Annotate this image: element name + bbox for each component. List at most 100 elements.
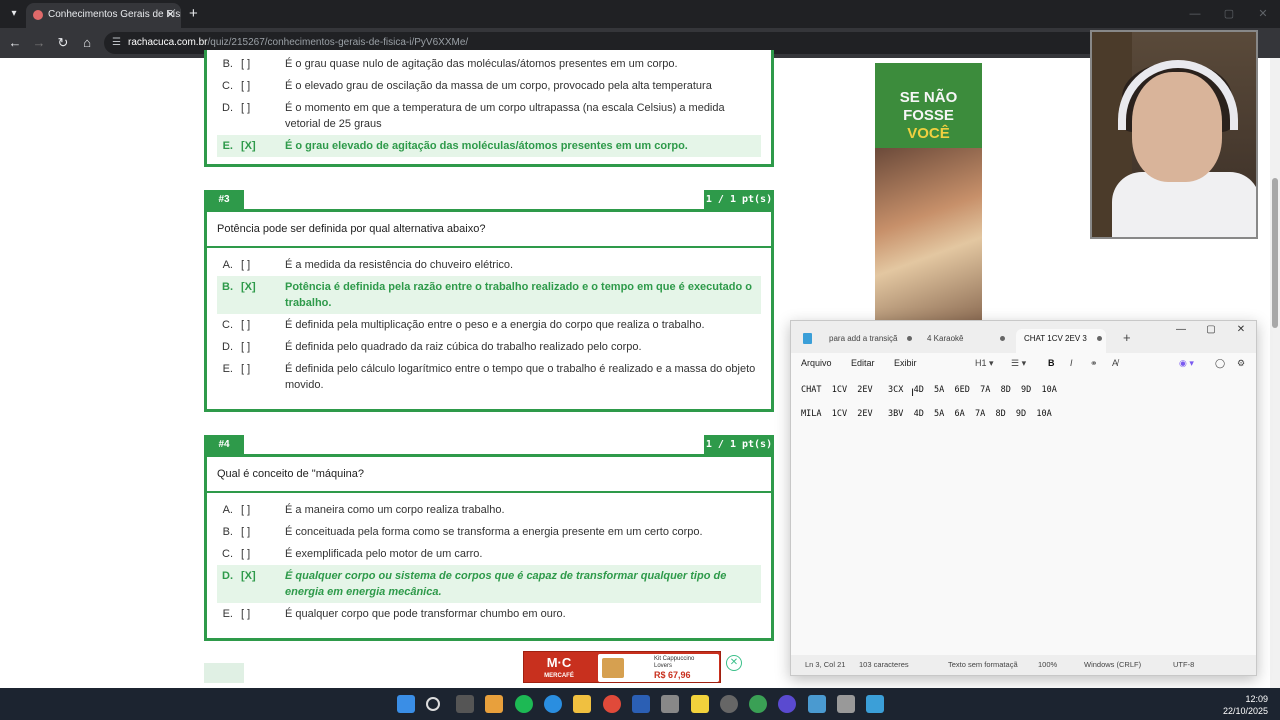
copilot-icon[interactable]: ◉ ▾ <box>1179 358 1194 369</box>
new-tab-icon[interactable]: + <box>1123 330 1131 345</box>
gear-icon[interactable]: ⚙ <box>1237 358 1245 369</box>
heading-select[interactable]: H1 ▾ <box>975 358 994 369</box>
widgets-icon[interactable] <box>485 695 503 713</box>
answer-option: B. [ ] É conceituada pela forma como se tr… <box>217 521 761 543</box>
maximize-icon[interactable]: ▢ <box>1212 0 1246 28</box>
option-text: É definida pelo cálculo logarítmico entr… <box>285 363 756 391</box>
question-2-box: B. [ ] É o grau quase nulo de agitação das… <box>204 50 774 167</box>
edge-icon[interactable] <box>544 695 562 713</box>
option-letter: B. <box>222 281 233 293</box>
home-icon[interactable]: ⌂ <box>78 34 96 52</box>
option-letter: C. <box>222 319 233 331</box>
movie-ad-banner[interactable]: SE NÃO FOSSE VOCÊ <box>875 63 982 323</box>
notepad-editor[interactable]: CHAT 1CV 2EV 3CX 4D 5A 6ED 7A 8D 9D 10A … <box>791 377 1256 655</box>
clock-time: 12:09 <box>1245 694 1268 704</box>
status-line-ending: Windows (CRLF) <box>1084 660 1142 669</box>
option-checkbox: [ ] <box>241 548 251 560</box>
question-text: Potência pode ser definida por qual alte… <box>207 212 771 248</box>
option-letter: C. <box>222 80 233 92</box>
option-letter: E. <box>222 363 233 375</box>
notepad-tab[interactable]: para add a transiçã <box>821 329 916 353</box>
answer-option: C. [ ] É o elevado grau de oscilação da ma… <box>217 75 761 97</box>
option-letter: E. <box>222 140 233 152</box>
tab-search-icon[interactable]: ▾ <box>4 4 24 24</box>
reload-icon[interactable]: ↻ <box>54 34 72 52</box>
site-favicon-icon <box>33 10 43 20</box>
close-tab-icon[interactable]: ✕ <box>166 8 175 21</box>
url-path: /quiz/215267/conhecimentos-gerais-de-fis… <box>207 37 469 48</box>
app-icon[interactable] <box>837 695 855 713</box>
question-score: 1 / 1 pt(s) <box>704 435 774 455</box>
option-checkbox: [ ] <box>241 259 251 271</box>
notepad-app-icon <box>803 333 812 344</box>
spotify-icon[interactable] <box>515 695 533 713</box>
option-checkbox: [ ] <box>241 363 251 375</box>
clear-format-icon[interactable]: A̸ <box>1112 358 1118 368</box>
close-icon[interactable]: ✕ <box>1226 321 1256 339</box>
notepad-tab-label: para add a transiçã <box>829 334 898 343</box>
close-ad-icon[interactable]: ✕ <box>726 655 742 671</box>
bold-icon[interactable]: B <box>1048 358 1055 368</box>
back-icon[interactable]: ← <box>6 34 24 52</box>
product-price: R$ 67,96 <box>654 670 691 680</box>
notepad-status-bar: Ln 3, Col 21 103 caracteres Texto sem fo… <box>791 655 1256 675</box>
option-checkbox: [ ] <box>241 80 251 92</box>
webcam-overlay <box>1090 30 1258 239</box>
notepad-tab-label: 4 Karaokê <box>927 334 964 343</box>
mercafe-logo-subtext: MERCAFÉ <box>544 673 574 679</box>
media-player-icon[interactable] <box>778 695 796 713</box>
forward-icon[interactable]: → <box>30 34 48 52</box>
list-icon[interactable]: ☰ ▾ <box>1011 358 1026 369</box>
word-icon[interactable] <box>632 695 650 713</box>
page-scrollbar[interactable] <box>1270 58 1280 688</box>
notepad-taskbar-icon[interactable] <box>866 695 884 713</box>
option-letter: B. <box>222 58 233 70</box>
new-tab-icon[interactable]: + <box>189 5 198 22</box>
option-text: É o grau elevado de agitação das molécul… <box>285 140 688 152</box>
answer-option: C. [ ] É exemplificada pelo motor de um ca… <box>217 543 761 565</box>
file-explorer-icon[interactable] <box>573 695 591 713</box>
system-clock[interactable]: 12:09 22/10/2025 <box>1223 693 1268 717</box>
menu-edit[interactable]: Editar <box>851 358 875 368</box>
answer-option-selected: B. [X] Potência é definida pela razão entr… <box>217 276 761 314</box>
account-icon[interactable]: ◯ <box>1215 358 1225 369</box>
answer-option: E. [ ] É definida pelo cálculo logarítmico… <box>217 358 761 396</box>
calculator-icon[interactable] <box>661 695 679 713</box>
menu-file[interactable]: Arquivo <box>801 358 832 368</box>
task-view-icon[interactable] <box>456 695 474 713</box>
question-4-box: Qual é conceito de "máquina? A. [ ] É a ma… <box>204 454 774 641</box>
option-text: É a medida da resistência do chuveiro el… <box>285 259 514 271</box>
minimize-icon[interactable]: — <box>1178 0 1212 28</box>
ad-photo <box>875 148 982 323</box>
menu-view[interactable]: Exibir <box>894 358 917 368</box>
mercafe-ad[interactable]: M·C MERCAFÉ Kit Cappuccino Lovers R$ 67,… <box>523 651 721 683</box>
notepad-tab-active[interactable]: CHAT 1CV 2EV 3 <box>1016 329 1106 353</box>
site-info-icon[interactable]: ☰ <box>112 37 121 48</box>
mercafe-logo-text: M·C <box>546 655 572 670</box>
sticky-notes-icon[interactable] <box>691 695 709 713</box>
app-icon[interactable] <box>808 695 826 713</box>
option-text: É exemplificada pelo motor de um carro. <box>285 548 483 560</box>
search-icon[interactable] <box>426 697 440 711</box>
maximize-icon[interactable]: ▢ <box>1196 321 1226 339</box>
text-cursor-icon: I <box>911 387 915 399</box>
settings-icon[interactable] <box>720 695 738 713</box>
close-window-icon[interactable]: ✕ <box>1246 0 1280 28</box>
option-letter: E. <box>222 608 233 620</box>
chrome-profile-icon[interactable] <box>749 695 767 713</box>
notepad-tab[interactable]: 4 Karaokê <box>919 329 1009 353</box>
heading-select-value: H1 <box>975 358 987 368</box>
ad-headline: SE NÃO FOSSE VOCÊ <box>875 89 982 143</box>
webcam-person-body <box>1112 172 1256 237</box>
status-zoom: 100% <box>1038 660 1058 669</box>
start-icon[interactable] <box>397 695 415 713</box>
taskbar: 12:09 22/10/2025 <box>0 688 1280 720</box>
scrollbar-thumb[interactable] <box>1272 178 1278 328</box>
minimize-icon[interactable]: — <box>1166 321 1196 339</box>
browser-tab[interactable]: Conhecimentos Gerais de Física ✕ <box>26 3 181 28</box>
chrome-icon[interactable] <box>603 695 621 713</box>
unsaved-dot-icon <box>1097 336 1102 341</box>
next-question-number <box>204 663 244 683</box>
link-icon[interactable]: ⚭ <box>1090 358 1098 369</box>
italic-icon[interactable]: I <box>1070 358 1073 368</box>
